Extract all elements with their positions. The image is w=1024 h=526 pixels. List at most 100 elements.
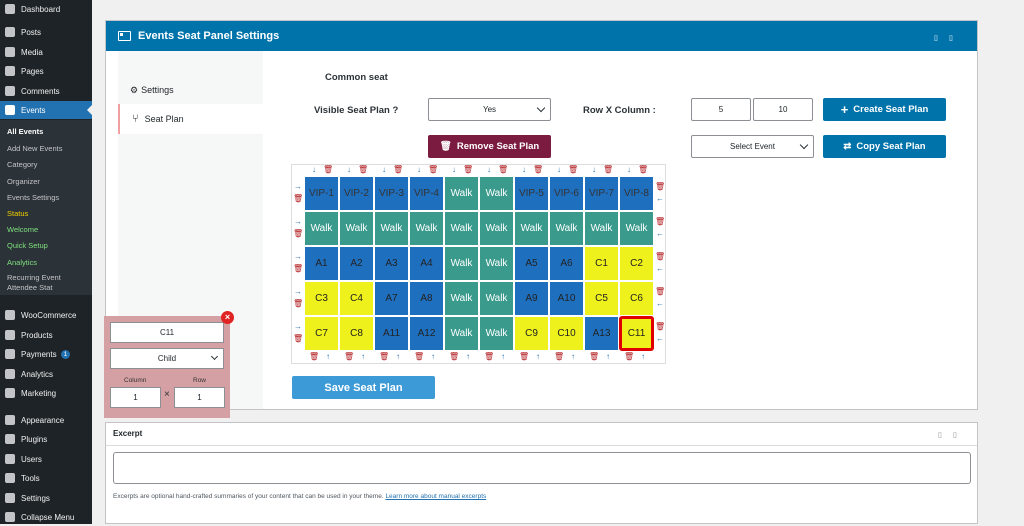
- seat-cell[interactable]: Walk: [339, 211, 374, 246]
- insert-column-down-icon[interactable]: ↓: [484, 166, 494, 174]
- seat-cell[interactable]: C3: [304, 281, 339, 316]
- menu-dashboard[interactable]: Dashboard: [0, 0, 92, 18]
- delete-row-icon[interactable]: 🗑: [655, 288, 665, 296]
- insert-column-down-icon[interactable]: ↓: [414, 166, 424, 174]
- insert-column-down-icon[interactable]: ↓: [449, 166, 459, 174]
- insert-column-up-icon[interactable]: ↑: [568, 353, 578, 361]
- menu-users[interactable]: Users: [0, 450, 92, 468]
- insert-column-up-icon[interactable]: ↑: [428, 353, 438, 361]
- create-seat-plan-button[interactable]: + Create Seat Plan: [823, 98, 946, 121]
- menu-events[interactable]: Events: [0, 101, 92, 119]
- seat-cell[interactable]: C7: [304, 316, 339, 351]
- insert-column-up-icon[interactable]: ↑: [358, 353, 368, 361]
- menu-media[interactable]: Media: [0, 43, 92, 61]
- tab-settings[interactable]: ⚙ Settings: [118, 75, 263, 105]
- seat-cell[interactable]: Walk: [479, 281, 514, 316]
- insert-column-up-icon[interactable]: ↑: [463, 353, 473, 361]
- seat-cell[interactable]: VIP-2: [339, 176, 374, 211]
- menu-collapse[interactable]: Collapse Menu: [0, 508, 92, 526]
- menu-appearance[interactable]: Appearance: [0, 411, 92, 429]
- menu-tools[interactable]: Tools: [0, 469, 92, 487]
- delete-column-icon[interactable]: 🗑: [309, 353, 319, 361]
- menu-analytics[interactable]: Analytics: [0, 365, 92, 383]
- learn-more-link[interactable]: Learn more about manual excerpts: [385, 493, 486, 500]
- copy-seat-plan-button[interactable]: ⇄ Copy Seat Plan: [823, 135, 946, 158]
- insert-column-down-icon[interactable]: ↓: [309, 166, 319, 174]
- delete-column-icon[interactable]: 🗑: [358, 166, 368, 174]
- insert-column-down-icon[interactable]: ↓: [519, 166, 529, 174]
- seat-cell[interactable]: A9: [514, 281, 549, 316]
- seat-cell[interactable]: A5: [514, 246, 549, 281]
- delete-column-icon[interactable]: 🗑: [484, 353, 494, 361]
- delete-row-icon[interactable]: 🗑: [293, 335, 303, 343]
- move-up-icon[interactable]: ▯: [934, 34, 938, 42]
- seat-cell[interactable]: VIP-1: [304, 176, 339, 211]
- delete-row-icon[interactable]: 🗑: [655, 253, 665, 261]
- insert-column-down-icon[interactable]: ↓: [589, 166, 599, 174]
- excerpt-textarea[interactable]: [113, 452, 971, 484]
- seat-cell[interactable]: C2: [619, 246, 654, 281]
- insert-row-left-icon[interactable]: ←: [655, 265, 665, 273]
- insert-column-down-icon[interactable]: ↓: [624, 166, 634, 174]
- delete-row-icon[interactable]: 🗑: [293, 300, 303, 308]
- tab-seat-plan[interactable]: ⑂ Seat Plan: [118, 104, 263, 134]
- insert-row-left-icon[interactable]: ←: [655, 230, 665, 238]
- insert-row-right-icon[interactable]: →: [293, 253, 303, 261]
- delete-column-icon[interactable]: 🗑: [379, 353, 389, 361]
- seat-cell[interactable]: A7: [374, 281, 409, 316]
- seat-cell[interactable]: VIP-8: [619, 176, 654, 211]
- remove-seat-plan-button[interactable]: 🗑 Remove Seat Plan: [428, 135, 551, 158]
- seat-cell[interactable]: A12: [409, 316, 444, 351]
- submenu-recurring-stat[interactable]: Recurring Event Attendee Stat: [7, 273, 77, 293]
- seat-cell[interactable]: Walk: [479, 176, 514, 211]
- submenu-events-settings[interactable]: Events Settings: [7, 193, 59, 202]
- seat-cell[interactable]: Walk: [479, 316, 514, 351]
- seat-cell[interactable]: A13: [584, 316, 619, 351]
- menu-woocommerce[interactable]: WooCommerce: [0, 306, 92, 324]
- submenu-quick-setup[interactable]: Quick Setup: [7, 241, 48, 250]
- columns-input[interactable]: 10: [753, 98, 813, 121]
- close-icon[interactable]: ×: [221, 311, 234, 324]
- menu-comments[interactable]: Comments: [0, 82, 92, 100]
- insert-row-left-icon[interactable]: ←: [655, 300, 665, 308]
- menu-marketing[interactable]: Marketing: [0, 384, 92, 402]
- submenu-category[interactable]: Category: [7, 160, 37, 169]
- insert-row-left-icon[interactable]: ←: [655, 335, 665, 343]
- menu-pages[interactable]: Pages: [0, 62, 92, 80]
- delete-column-icon[interactable]: 🗑: [428, 166, 438, 174]
- insert-column-down-icon[interactable]: ↓: [554, 166, 564, 174]
- seat-cell[interactable]: VIP-7: [584, 176, 619, 211]
- delete-row-icon[interactable]: 🗑: [293, 230, 303, 238]
- insert-column-up-icon[interactable]: ↑: [393, 353, 403, 361]
- move-up-icon[interactable]: ▯: [938, 431, 942, 439]
- visible-seat-plan-select[interactable]: Yes: [428, 98, 551, 121]
- seat-cell[interactable]: A8: [409, 281, 444, 316]
- submenu-analytics[interactable]: Analytics: [7, 258, 37, 267]
- delete-row-icon[interactable]: 🗑: [655, 183, 665, 191]
- seat-cell[interactable]: C1: [584, 246, 619, 281]
- menu-products[interactable]: Products: [0, 326, 92, 344]
- delete-column-icon[interactable]: 🗑: [393, 166, 403, 174]
- seat-cell[interactable]: VIP-3: [374, 176, 409, 211]
- seat-cell[interactable]: VIP-6: [549, 176, 584, 211]
- delete-column-icon[interactable]: 🗑: [344, 353, 354, 361]
- insert-row-right-icon[interactable]: →: [293, 183, 303, 191]
- insert-column-up-icon[interactable]: ↑: [323, 353, 333, 361]
- insert-row-right-icon[interactable]: →: [293, 323, 303, 331]
- seat-cell[interactable]: C4: [339, 281, 374, 316]
- delete-column-icon[interactable]: 🗑: [589, 353, 599, 361]
- delete-column-icon[interactable]: 🗑: [414, 353, 424, 361]
- menu-posts[interactable]: Posts: [0, 23, 92, 41]
- submenu-welcome[interactable]: Welcome: [7, 225, 38, 234]
- insert-column-up-icon[interactable]: ↑: [498, 353, 508, 361]
- seat-cell[interactable]: Walk: [444, 246, 479, 281]
- seat-cell[interactable]: C9: [514, 316, 549, 351]
- delete-row-icon[interactable]: 🗑: [293, 195, 303, 203]
- seat-cell[interactable]: C8: [339, 316, 374, 351]
- seat-cell[interactable]: Walk: [444, 211, 479, 246]
- submenu-organizer[interactable]: Organizer: [7, 177, 40, 186]
- save-seat-plan-button[interactable]: Save Seat Plan: [292, 376, 435, 399]
- seat-cell[interactable]: Walk: [584, 211, 619, 246]
- seat-cell[interactable]: Walk: [479, 211, 514, 246]
- delete-column-icon[interactable]: 🗑: [323, 166, 333, 174]
